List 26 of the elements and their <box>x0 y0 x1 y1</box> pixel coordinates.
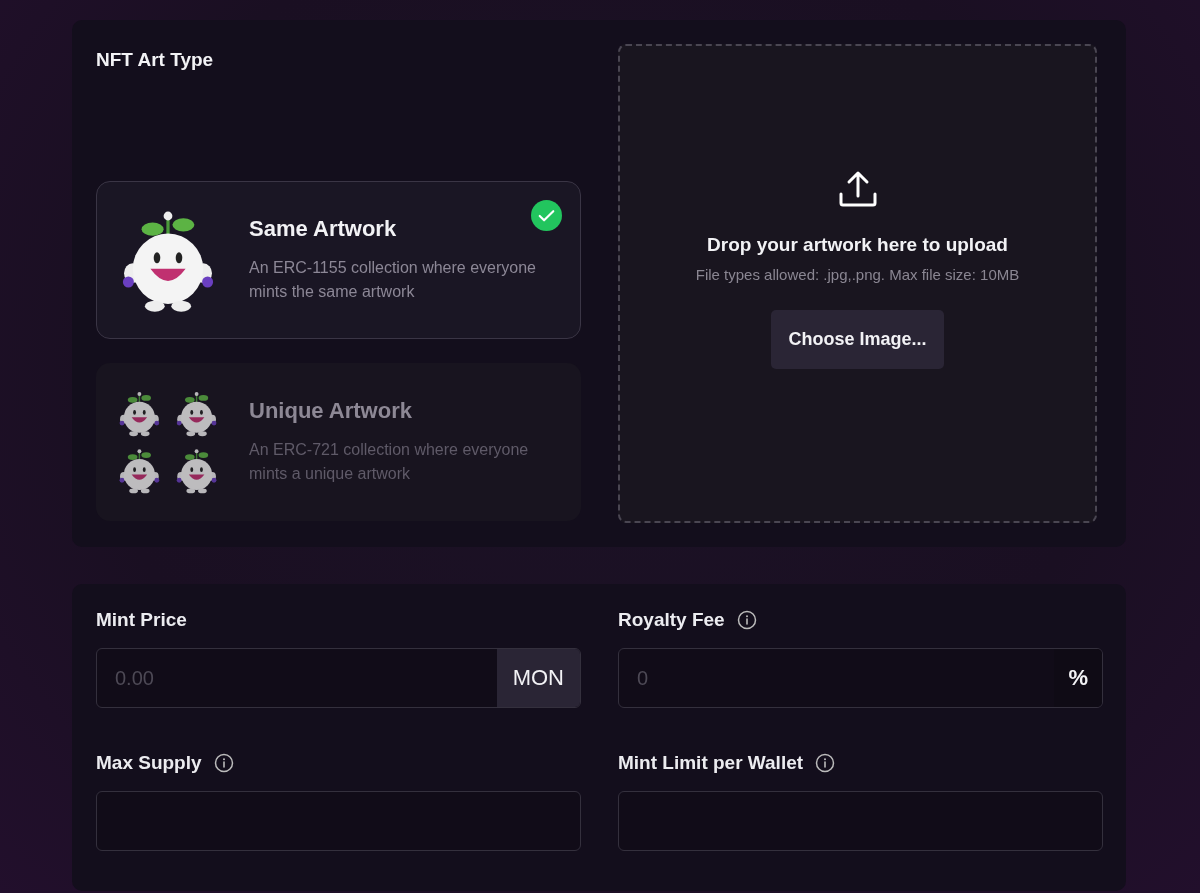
text-input[interactable]: 0.00 <box>97 649 497 707</box>
info-icon[interactable] <box>815 753 836 773</box>
text-input[interactable]: 0 <box>619 649 1055 707</box>
input-field[interactable] <box>96 791 581 851</box>
option-title: Same Artwork <box>249 216 398 242</box>
field-label: Max Supply <box>96 752 202 774</box>
option-title: Unique Artwork <box>249 398 413 424</box>
section-title: NFT Art Type <box>96 49 214 71</box>
info-icon[interactable] <box>736 610 757 630</box>
input-field[interactable] <box>618 791 1103 851</box>
field-label: Mint Limit per Wallet <box>618 752 804 774</box>
input-field[interactable]: 0 % <box>618 648 1103 708</box>
unit-label: MON <box>496 649 580 707</box>
upload-hint: File types allowed: .jpg,.png. Max file size: 10MB <box>695 266 1020 283</box>
check-icon <box>531 200 562 231</box>
upload-dropzone[interactable]: Drop your artwork here to upload File types allowed: .jpg,.png. Max file size: 10MB Choose Image... <box>618 44 1097 523</box>
field-label: Mint Price <box>96 609 187 631</box>
upload-title: Drop your artwork here to upload <box>707 234 1008 256</box>
option-description: An ERC-1155 collection where everyone mints the same artwork <box>249 258 537 302</box>
art-type-card[interactable]: Same Artwork An ERC-1155 collection where everyone mints the same artwork <box>96 181 581 339</box>
art-type-card[interactable]: Unique Artwork An ERC-721 collection where everyone mints a unique artwork <box>96 363 581 521</box>
info-icon[interactable] <box>213 753 234 773</box>
field-label: Royalty Fee <box>618 609 725 631</box>
input-field[interactable]: 0.00 MON <box>96 648 581 708</box>
choose-image-button[interactable]: Choose Image... <box>771 310 944 369</box>
option-description: An ERC-721 collection where everyone mints a unique artwork <box>249 440 530 484</box>
